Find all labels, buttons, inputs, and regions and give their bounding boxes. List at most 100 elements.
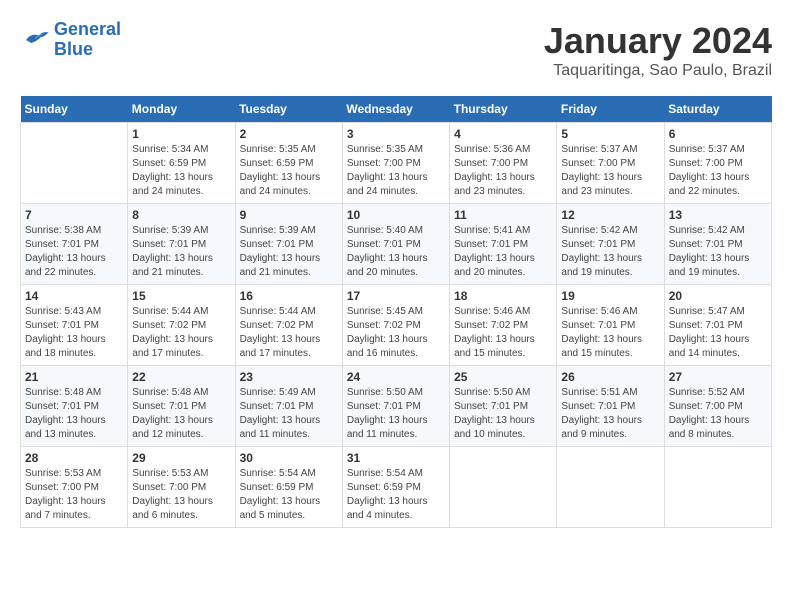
table-row: 21 Sunrise: 5:48 AM Sunset: 7:01 PM Dayli… bbox=[21, 366, 128, 447]
day-info: Sunrise: 5:38 AM Sunset: 7:01 PM Dayligh… bbox=[25, 224, 123, 280]
col-tuesday: Tuesday bbox=[235, 96, 342, 123]
day-number: 8 bbox=[132, 208, 230, 222]
table-row: 14 Sunrise: 5:43 AM Sunset: 7:01 PM Dayli… bbox=[21, 285, 128, 366]
logo: General Blue bbox=[20, 20, 121, 60]
table-row: 25 Sunrise: 5:50 AM Sunset: 7:01 PM Dayli… bbox=[450, 366, 557, 447]
table-row: 17 Sunrise: 5:45 AM Sunset: 7:02 PM Dayli… bbox=[342, 285, 449, 366]
table-row: 27 Sunrise: 5:52 AM Sunset: 7:00 PM Dayli… bbox=[664, 366, 771, 447]
col-friday: Friday bbox=[557, 96, 664, 123]
calendar-table: Sunday Monday Tuesday Wednesday Thursday… bbox=[20, 96, 772, 528]
table-row: 31Sunrise: 5:54 AM Sunset: 6:59 PM Dayli… bbox=[342, 447, 449, 528]
day-info: Sunrise: 5:41 AM Sunset: 7:01 PM Dayligh… bbox=[454, 224, 552, 280]
calendar-week-row: 14 Sunrise: 5:43 AM Sunset: 7:01 PM Dayli… bbox=[21, 285, 772, 366]
table-row: 7 Sunrise: 5:38 AM Sunset: 7:01 PM Daylig… bbox=[21, 204, 128, 285]
day-info: Sunrise: 5:46 AM Sunset: 7:01 PM Dayligh… bbox=[561, 305, 659, 361]
page-header: General Blue January 2024 Taquaritinga, … bbox=[20, 20, 772, 80]
day-info: Sunrise: 5:50 AM Sunset: 7:01 PM Dayligh… bbox=[347, 386, 445, 442]
day-info: Sunrise: 5:47 AM Sunset: 7:01 PM Dayligh… bbox=[669, 305, 767, 361]
day-number: 9 bbox=[240, 208, 338, 222]
table-row: 5 Sunrise: 5:37 AM Sunset: 7:00 PM Daylig… bbox=[557, 123, 664, 204]
table-row: 26 Sunrise: 5:51 AM Sunset: 7:01 PM Dayli… bbox=[557, 366, 664, 447]
day-number: 17 bbox=[347, 289, 445, 303]
day-info: Sunrise: 5:37 AM Sunset: 7:00 PM Dayligh… bbox=[561, 143, 659, 199]
logo-text: General Blue bbox=[54, 20, 121, 60]
col-monday: Monday bbox=[128, 96, 235, 123]
day-number: 21 bbox=[25, 370, 123, 384]
table-row: 12Sunrise: 5:42 AM Sunset: 7:01 PM Dayli… bbox=[557, 204, 664, 285]
day-number: 25 bbox=[454, 370, 552, 384]
table-row: 30 Sunrise: 5:54 AM Sunset: 6:59 PM Dayli… bbox=[235, 447, 342, 528]
day-number: 11 bbox=[454, 208, 552, 222]
day-number: 26 bbox=[561, 370, 659, 384]
col-wednesday: Wednesday bbox=[342, 96, 449, 123]
table-row: 1 Sunrise: 5:34 AM Sunset: 6:59 PM Daylig… bbox=[128, 123, 235, 204]
location: Taquaritinga, Sao Paulo, Brazil bbox=[544, 62, 772, 80]
day-number: 18 bbox=[454, 289, 552, 303]
day-info: Sunrise: 5:34 AM Sunset: 6:59 PM Dayligh… bbox=[132, 143, 230, 199]
day-number: 28 bbox=[25, 451, 123, 465]
table-row bbox=[557, 447, 664, 528]
calendar-week-row: 7 Sunrise: 5:38 AM Sunset: 7:01 PM Daylig… bbox=[21, 204, 772, 285]
day-number: 30 bbox=[240, 451, 338, 465]
day-number: 19 bbox=[561, 289, 659, 303]
day-number: 14 bbox=[25, 289, 123, 303]
day-number: 13 bbox=[669, 208, 767, 222]
table-row bbox=[21, 123, 128, 204]
day-info: Sunrise: 5:46 AM Sunset: 7:02 PM Dayligh… bbox=[454, 305, 552, 361]
day-number: 10 bbox=[347, 208, 445, 222]
calendar-week-row: 1 Sunrise: 5:34 AM Sunset: 6:59 PM Daylig… bbox=[21, 123, 772, 204]
table-row: 11 Sunrise: 5:41 AM Sunset: 7:01 PM Dayli… bbox=[450, 204, 557, 285]
day-number: 1 bbox=[132, 127, 230, 141]
day-number: 29 bbox=[132, 451, 230, 465]
col-thursday: Thursday bbox=[450, 96, 557, 123]
day-number: 7 bbox=[25, 208, 123, 222]
day-info: Sunrise: 5:36 AM Sunset: 7:00 PM Dayligh… bbox=[454, 143, 552, 199]
day-info: Sunrise: 5:48 AM Sunset: 7:01 PM Dayligh… bbox=[25, 386, 123, 442]
calendar-week-row: 21 Sunrise: 5:48 AM Sunset: 7:01 PM Dayli… bbox=[21, 366, 772, 447]
table-row: 6Sunrise: 5:37 AM Sunset: 7:00 PM Daylig… bbox=[664, 123, 771, 204]
table-row: 23Sunrise: 5:49 AM Sunset: 7:01 PM Dayli… bbox=[235, 366, 342, 447]
col-saturday: Saturday bbox=[664, 96, 771, 123]
day-number: 27 bbox=[669, 370, 767, 384]
day-number: 4 bbox=[454, 127, 552, 141]
day-number: 23 bbox=[240, 370, 338, 384]
day-number: 3 bbox=[347, 127, 445, 141]
table-row: 24Sunrise: 5:50 AM Sunset: 7:01 PM Dayli… bbox=[342, 366, 449, 447]
table-row: 15Sunrise: 5:44 AM Sunset: 7:02 PM Dayli… bbox=[128, 285, 235, 366]
table-row: 8 Sunrise: 5:39 AM Sunset: 7:01 PM Daylig… bbox=[128, 204, 235, 285]
day-info: Sunrise: 5:39 AM Sunset: 7:01 PM Dayligh… bbox=[132, 224, 230, 280]
day-info: Sunrise: 5:40 AM Sunset: 7:01 PM Dayligh… bbox=[347, 224, 445, 280]
table-row: 16Sunrise: 5:44 AM Sunset: 7:02 PM Dayli… bbox=[235, 285, 342, 366]
calendar-week-row: 28 Sunrise: 5:53 AM Sunset: 7:00 PM Dayli… bbox=[21, 447, 772, 528]
table-row: 18 Sunrise: 5:46 AM Sunset: 7:02 PM Dayli… bbox=[450, 285, 557, 366]
table-row: 4 Sunrise: 5:36 AM Sunset: 7:00 PM Daylig… bbox=[450, 123, 557, 204]
logo-bird-icon bbox=[20, 25, 50, 55]
table-row bbox=[664, 447, 771, 528]
table-row: 19 Sunrise: 5:46 AM Sunset: 7:01 PM Dayli… bbox=[557, 285, 664, 366]
day-info: Sunrise: 5:53 AM Sunset: 7:00 PM Dayligh… bbox=[132, 467, 230, 523]
day-info: Sunrise: 5:44 AM Sunset: 7:02 PM Dayligh… bbox=[132, 305, 230, 361]
day-number: 2 bbox=[240, 127, 338, 141]
table-row: 13 Sunrise: 5:42 AM Sunset: 7:01 PM Dayli… bbox=[664, 204, 771, 285]
day-info: Sunrise: 5:48 AM Sunset: 7:01 PM Dayligh… bbox=[132, 386, 230, 442]
table-row: 22 Sunrise: 5:48 AM Sunset: 7:01 PM Dayli… bbox=[128, 366, 235, 447]
day-info: Sunrise: 5:54 AM Sunset: 6:59 PM Dayligh… bbox=[347, 467, 445, 523]
day-info: Sunrise: 5:42 AM Sunset: 7:01 PM Dayligh… bbox=[669, 224, 767, 280]
day-info: Sunrise: 5:51 AM Sunset: 7:01 PM Dayligh… bbox=[561, 386, 659, 442]
title-block: January 2024 Taquaritinga, Sao Paulo, Br… bbox=[544, 20, 772, 80]
day-info: Sunrise: 5:50 AM Sunset: 7:01 PM Dayligh… bbox=[454, 386, 552, 442]
day-number: 22 bbox=[132, 370, 230, 384]
table-row: 3Sunrise: 5:35 AM Sunset: 7:00 PM Daylig… bbox=[342, 123, 449, 204]
day-info: Sunrise: 5:43 AM Sunset: 7:01 PM Dayligh… bbox=[25, 305, 123, 361]
day-info: Sunrise: 5:54 AM Sunset: 6:59 PM Dayligh… bbox=[240, 467, 338, 523]
table-row bbox=[450, 447, 557, 528]
day-info: Sunrise: 5:39 AM Sunset: 7:01 PM Dayligh… bbox=[240, 224, 338, 280]
table-row: 9 Sunrise: 5:39 AM Sunset: 7:01 PM Daylig… bbox=[235, 204, 342, 285]
day-info: Sunrise: 5:52 AM Sunset: 7:00 PM Dayligh… bbox=[669, 386, 767, 442]
col-sunday: Sunday bbox=[21, 96, 128, 123]
day-info: Sunrise: 5:42 AM Sunset: 7:01 PM Dayligh… bbox=[561, 224, 659, 280]
day-number: 5 bbox=[561, 127, 659, 141]
weekday-header-row: Sunday Monday Tuesday Wednesday Thursday… bbox=[21, 96, 772, 123]
day-info: Sunrise: 5:45 AM Sunset: 7:02 PM Dayligh… bbox=[347, 305, 445, 361]
table-row: 2Sunrise: 5:35 AM Sunset: 6:59 PM Daylig… bbox=[235, 123, 342, 204]
